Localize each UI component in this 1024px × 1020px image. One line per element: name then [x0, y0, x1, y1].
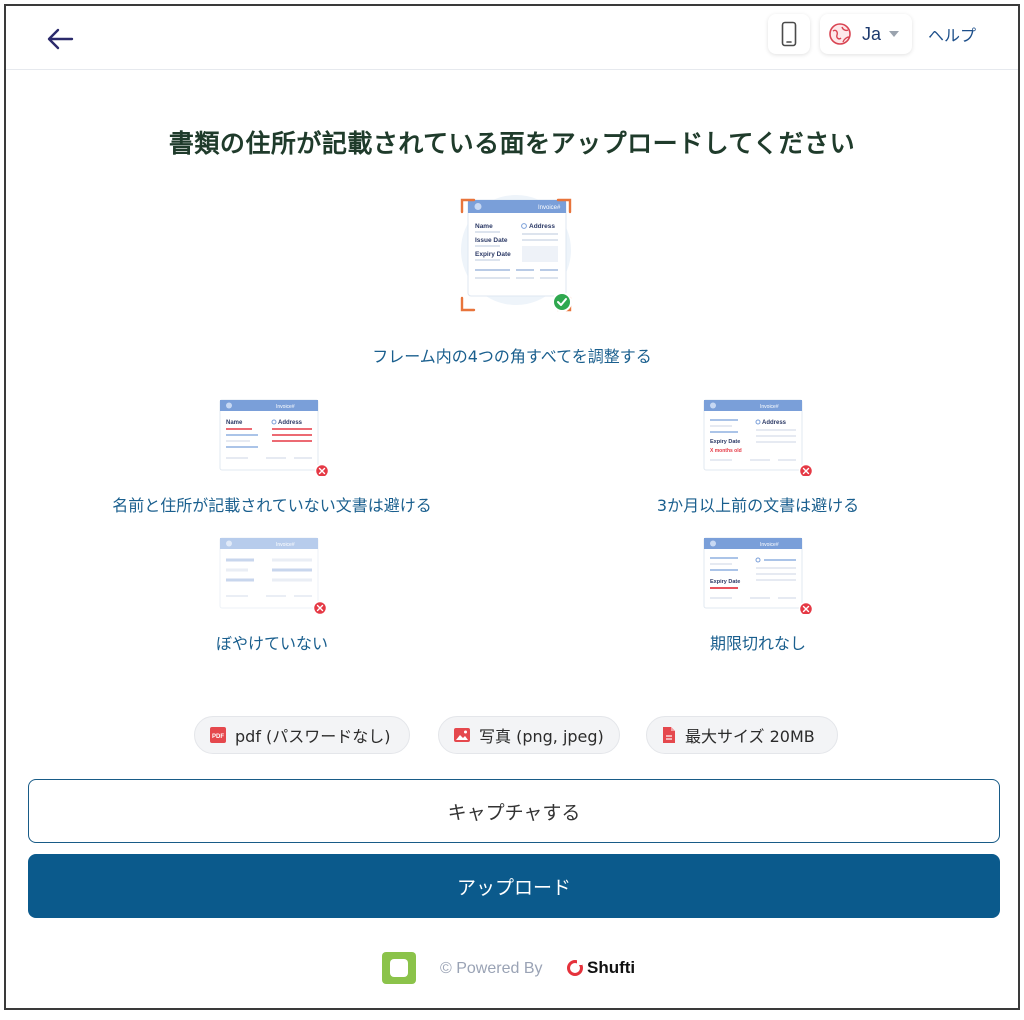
- doc-address-label: Address: [762, 420, 787, 426]
- image-icon: [454, 728, 470, 742]
- shufti-brand: Shufti: [566, 958, 635, 978]
- verification-frame: Ja ヘルプ 書類の住所が記載されている面をアップロードしてください Invoi…: [4, 4, 1020, 1010]
- footer: © Powered By Shufti: [6, 950, 1018, 984]
- doc-brand-text: Invoice#: [760, 542, 779, 548]
- back-button[interactable]: [42, 24, 78, 54]
- header: Ja ヘルプ: [6, 6, 1018, 70]
- doc-brand-text: Invoice#: [276, 542, 295, 548]
- powered-by-text: © Powered By: [440, 960, 543, 977]
- doc-address-label: Address: [278, 420, 303, 426]
- rule-illustration-expired: Invoice# Expiry Date: [702, 536, 814, 617]
- rule-label-blurry: ぼやけていない: [215, 634, 328, 653]
- doc-expiry-date-label: Expiry Date: [475, 251, 511, 258]
- pdf-icon: PDF: [210, 727, 226, 743]
- rule-illustration-age: Invoice# Expiry Date X months old Addres…: [702, 398, 814, 479]
- svg-text:PDF: PDF: [212, 734, 224, 740]
- check-icon: [552, 292, 572, 312]
- language-code: Ja: [862, 23, 882, 44]
- rule-label-age: 3か月以上前の文書は避ける: [656, 496, 860, 515]
- chip-label: 最大サイズ 20MB: [685, 727, 815, 746]
- chip-pdf: PDF pdf (パスワードなし): [194, 716, 410, 754]
- doc-brand-text: Invoice#: [760, 404, 779, 410]
- file-icon: [663, 727, 675, 743]
- rule-label-name-address: 名前と住所が記載されていない文書は避ける: [112, 496, 432, 515]
- client-logo: [382, 952, 416, 984]
- chip-max-size: 最大サイズ 20MB: [646, 716, 838, 754]
- rule-label-expired: 期限切れなし: [709, 634, 806, 653]
- brand-name: Shufti: [587, 958, 636, 977]
- chip-label: pdf (パスワードなし): [235, 727, 391, 746]
- doc-name-label: Name: [475, 223, 493, 230]
- main-instruction: フレーム内の4つの角すべてを調整する: [372, 347, 652, 366]
- chevron-down-icon: [889, 31, 900, 37]
- doc-brand-text: Invoice#: [276, 404, 295, 410]
- doc-name-label: Name: [226, 420, 243, 426]
- doc-address-label: Address: [529, 223, 555, 230]
- language-selector[interactable]: Ja: [820, 14, 912, 54]
- error-icon: [312, 600, 328, 616]
- chip-image: 写真 (png, jpeg): [438, 716, 620, 754]
- shufti-logo-icon: [567, 960, 583, 976]
- rule-illustration-name-address: Invoice# Name Address: [218, 398, 330, 479]
- globe-icon: [829, 23, 851, 45]
- doc-expiry-date-label: Expiry Date: [710, 579, 740, 585]
- switch-device-button[interactable]: [768, 14, 810, 54]
- mobile-phone-icon: [781, 21, 797, 47]
- arrow-left-icon: [47, 28, 74, 50]
- doc-brand-text: Invoice#: [538, 205, 561, 211]
- doc-months-old-label: X months old: [710, 448, 742, 454]
- help-link[interactable]: ヘルプ: [928, 22, 976, 46]
- page-title: 書類の住所が記載されている面をアップロードしてください: [168, 129, 856, 158]
- capture-button[interactable]: キャプチャする: [28, 779, 1000, 843]
- chip-label: 写真 (png, jpeg): [479, 727, 604, 746]
- doc-expiry-date-label: Expiry Date: [710, 439, 740, 445]
- document-frame-illustration: Invoice# Name Issue Date Expiry Date Add…: [454, 192, 578, 316]
- doc-issue-date-label: Issue Date: [475, 237, 508, 244]
- upload-button[interactable]: アップロード: [28, 854, 1000, 918]
